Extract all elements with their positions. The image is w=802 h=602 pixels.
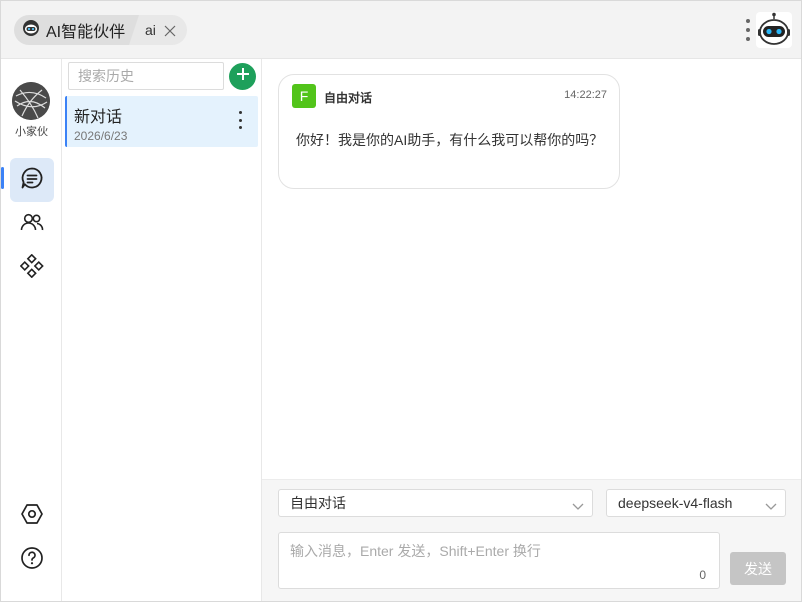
nav-contacts-button[interactable]: [10, 202, 54, 246]
chevron-down-icon: [765, 498, 777, 510]
history-panel: 新对话 2026/6/23: [62, 59, 262, 601]
chat-bubble-icon: [20, 166, 44, 195]
sender-badge: F: [292, 84, 316, 108]
mode-select-value: 自由对话: [290, 495, 346, 511]
model-select[interactable]: deepseek-v4-flash: [606, 489, 786, 517]
conversation-title: 新对话: [74, 109, 123, 126]
settings-button[interactable]: [10, 494, 54, 538]
app-window: AI智能伙伴 ai 小家伙 搜索历史 新对话 2026/6/23 F 自由对话 …: [0, 0, 802, 602]
conversation-more-icon[interactable]: [237, 111, 243, 129]
model-select-value: deepseek-v4-flash: [618, 495, 733, 511]
hexagon-gear-icon: [20, 502, 44, 531]
nav-chat-button[interactable]: [10, 158, 54, 202]
title-bar: AI智能伙伴 ai: [1, 1, 801, 59]
search-input[interactable]: [68, 62, 224, 90]
send-button[interactable]: 发送: [730, 552, 786, 585]
composer: 0 发送: [262, 525, 801, 601]
message-time: 14:22:27: [564, 89, 607, 101]
chat-controls: 自由对话 deepseek-v4-flash: [262, 479, 801, 525]
help-circle-icon: [20, 546, 44, 575]
avatar[interactable]: [12, 82, 50, 120]
conversation-item[interactable]: 新对话 2026/6/23: [65, 96, 258, 147]
nav-apps-button[interactable]: [10, 246, 54, 290]
message-input-box: 0: [278, 532, 720, 589]
robot-icon: [22, 19, 40, 42]
app-tab[interactable]: AI智能伙伴: [14, 15, 142, 45]
users-icon: [20, 210, 44, 239]
more-menu-icon[interactable]: [745, 19, 751, 41]
message-input[interactable]: [279, 533, 719, 588]
char-count: 0: [699, 568, 706, 582]
sub-tab-label: ai: [145, 22, 156, 38]
sub-tab[interactable]: ai: [129, 15, 187, 45]
plus-icon: [236, 67, 250, 86]
conversation-date: 2026/6/23: [74, 129, 128, 143]
user-name: 小家伙: [15, 126, 48, 138]
mode-select[interactable]: 自由对话: [278, 489, 593, 517]
sender-name: 自由对话: [324, 91, 373, 105]
app-tab-label: AI智能伙伴: [46, 24, 126, 41]
message-bubble: F 自由对话 14:22:27 你好！我是你的AI助手，有什么我可以帮你的吗？: [278, 74, 620, 189]
diamond-grid-icon: [19, 253, 44, 283]
assistant-avatar[interactable]: [756, 12, 792, 48]
chevron-down-icon: [572, 498, 584, 510]
close-icon[interactable]: [164, 24, 176, 37]
active-indicator: [1, 167, 4, 189]
help-button[interactable]: [10, 538, 54, 582]
nav-rail: 小家伙: [1, 59, 62, 601]
chat-area: F 自由对话 14:22:27 你好！我是你的AI助手，有什么我可以帮你的吗？: [262, 59, 801, 479]
new-chat-button[interactable]: [229, 63, 256, 90]
message-text: 你好！我是你的AI助手，有什么我可以帮你的吗？: [296, 132, 604, 148]
